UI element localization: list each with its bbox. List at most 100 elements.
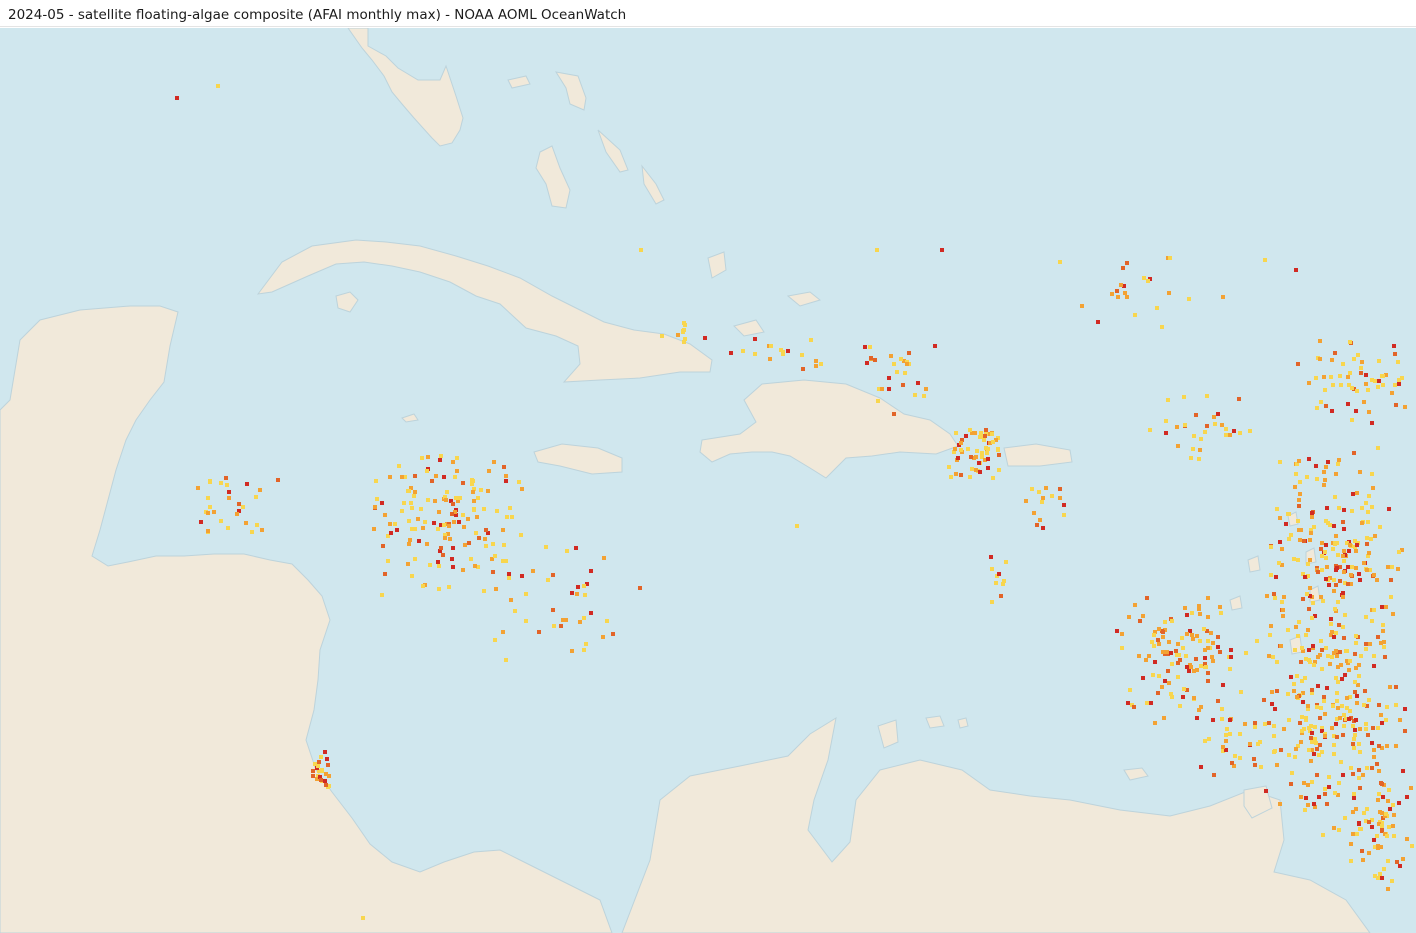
algae-pixel: [1308, 558, 1312, 562]
algae-pixel: [1341, 773, 1345, 777]
algae-pixel: [1367, 551, 1371, 555]
algae-pixel: [769, 344, 773, 348]
algae-pixel: [1340, 704, 1344, 708]
algae-pixel: [445, 490, 449, 494]
algae-pixel: [1155, 306, 1159, 310]
map-canvas[interactable]: [0, 28, 1416, 933]
algae-pixel: [1194, 413, 1198, 417]
algae-pixel: [452, 520, 456, 524]
algae-pixel: [984, 428, 988, 432]
algae-pixel: [520, 487, 524, 491]
algae-pixel: [1286, 692, 1290, 696]
algae-pixel: [1322, 470, 1326, 474]
algae-pixel: [973, 431, 977, 435]
algae-pixel: [1191, 637, 1195, 641]
algae-pixel: [1324, 465, 1328, 469]
algae-pixel: [1330, 655, 1334, 659]
algae-pixel: [1337, 458, 1341, 462]
algae-pixel: [1160, 325, 1164, 329]
algae-pixel: [570, 649, 574, 653]
algae-pixel: [1355, 491, 1359, 495]
algae-pixel: [324, 783, 328, 787]
algae-pixel: [922, 394, 926, 398]
algae-pixel: [1315, 477, 1319, 481]
algae-pixel: [956, 456, 960, 460]
algae-pixel: [482, 507, 486, 511]
algae-pixel: [1353, 690, 1357, 694]
algae-pixel: [968, 475, 972, 479]
algae-pixel: [1372, 573, 1376, 577]
algae-pixel: [1360, 849, 1364, 853]
algae-pixel: [1391, 824, 1395, 828]
algae-pixel: [441, 553, 445, 557]
algae-pixel: [469, 557, 473, 561]
algae-pixel: [1309, 736, 1313, 740]
algae-pixel: [1312, 525, 1316, 529]
algae-pixel: [1004, 560, 1008, 564]
algae-pixel: [1312, 752, 1316, 756]
algae-pixel: [1333, 607, 1337, 611]
algae-pixel: [1347, 668, 1351, 672]
algae-pixel: [455, 469, 459, 473]
algae-pixel: [1299, 740, 1303, 744]
algae-pixel: [1380, 824, 1384, 828]
algae-pixel: [1359, 371, 1363, 375]
algae-pixel: [501, 559, 505, 563]
algae-pixel: [1295, 674, 1299, 678]
algae-pixel: [779, 348, 783, 352]
algae-pixel: [1321, 833, 1325, 837]
algae-pixel: [432, 521, 436, 525]
algae-pixel: [1394, 744, 1398, 748]
algae-pixel: [1342, 713, 1346, 717]
algae-pixel: [1365, 766, 1369, 770]
algae-pixel: [552, 624, 556, 628]
algae-pixel: [1327, 775, 1331, 779]
algae-pixel: [1314, 741, 1318, 745]
algae-pixel: [1310, 511, 1314, 515]
algae-pixel: [1298, 721, 1302, 725]
algae-pixel: [1290, 771, 1294, 775]
algae-pixel: [395, 528, 399, 532]
algae-pixel: [1263, 258, 1267, 262]
algae-pixel: [430, 479, 434, 483]
algae-pixel: [978, 470, 982, 474]
algae-pixel: [1170, 619, 1174, 623]
algae-pixel: [1359, 827, 1363, 831]
algae-pixel: [375, 497, 379, 501]
algae-pixel: [1182, 687, 1186, 691]
algae-pixel: [865, 361, 869, 365]
algae-pixel: [1354, 549, 1358, 553]
algae-pixel: [421, 584, 425, 588]
algae-pixel: [206, 511, 210, 515]
map-view[interactable]: [0, 28, 1416, 933]
algae-pixel: [324, 772, 328, 776]
algae-pixel: [1297, 620, 1301, 624]
algae-pixel: [1375, 762, 1379, 766]
algae-pixel: [507, 576, 511, 580]
algae-pixel: [953, 447, 957, 451]
algae-pixel: [491, 570, 495, 574]
algae-pixel: [905, 362, 909, 366]
algae-pixel: [795, 524, 799, 528]
algae-pixel: [1357, 776, 1361, 780]
algae-pixel: [199, 520, 203, 524]
algae-pixel: [504, 474, 508, 478]
algae-pixel: [996, 447, 1000, 451]
algae-pixel: [1332, 826, 1336, 830]
algae-pixel: [1327, 785, 1331, 789]
algae-pixel: [1365, 568, 1369, 572]
algae-pixel: [1335, 691, 1339, 695]
algae-pixel: [970, 467, 974, 471]
algae-pixel: [206, 529, 210, 533]
algae-pixel: [1199, 437, 1203, 441]
algae-pixel: [509, 598, 513, 602]
algae-pixel: [442, 523, 446, 527]
algae-pixel: [1369, 537, 1373, 541]
algae-pixel: [361, 916, 365, 920]
algae-pixel: [436, 527, 440, 531]
algae-pixel: [605, 619, 609, 623]
algae-pixel: [1362, 703, 1366, 707]
algae-pixel: [1389, 595, 1393, 599]
algae-pixel: [1352, 737, 1356, 741]
algae-pixel: [1156, 638, 1160, 642]
